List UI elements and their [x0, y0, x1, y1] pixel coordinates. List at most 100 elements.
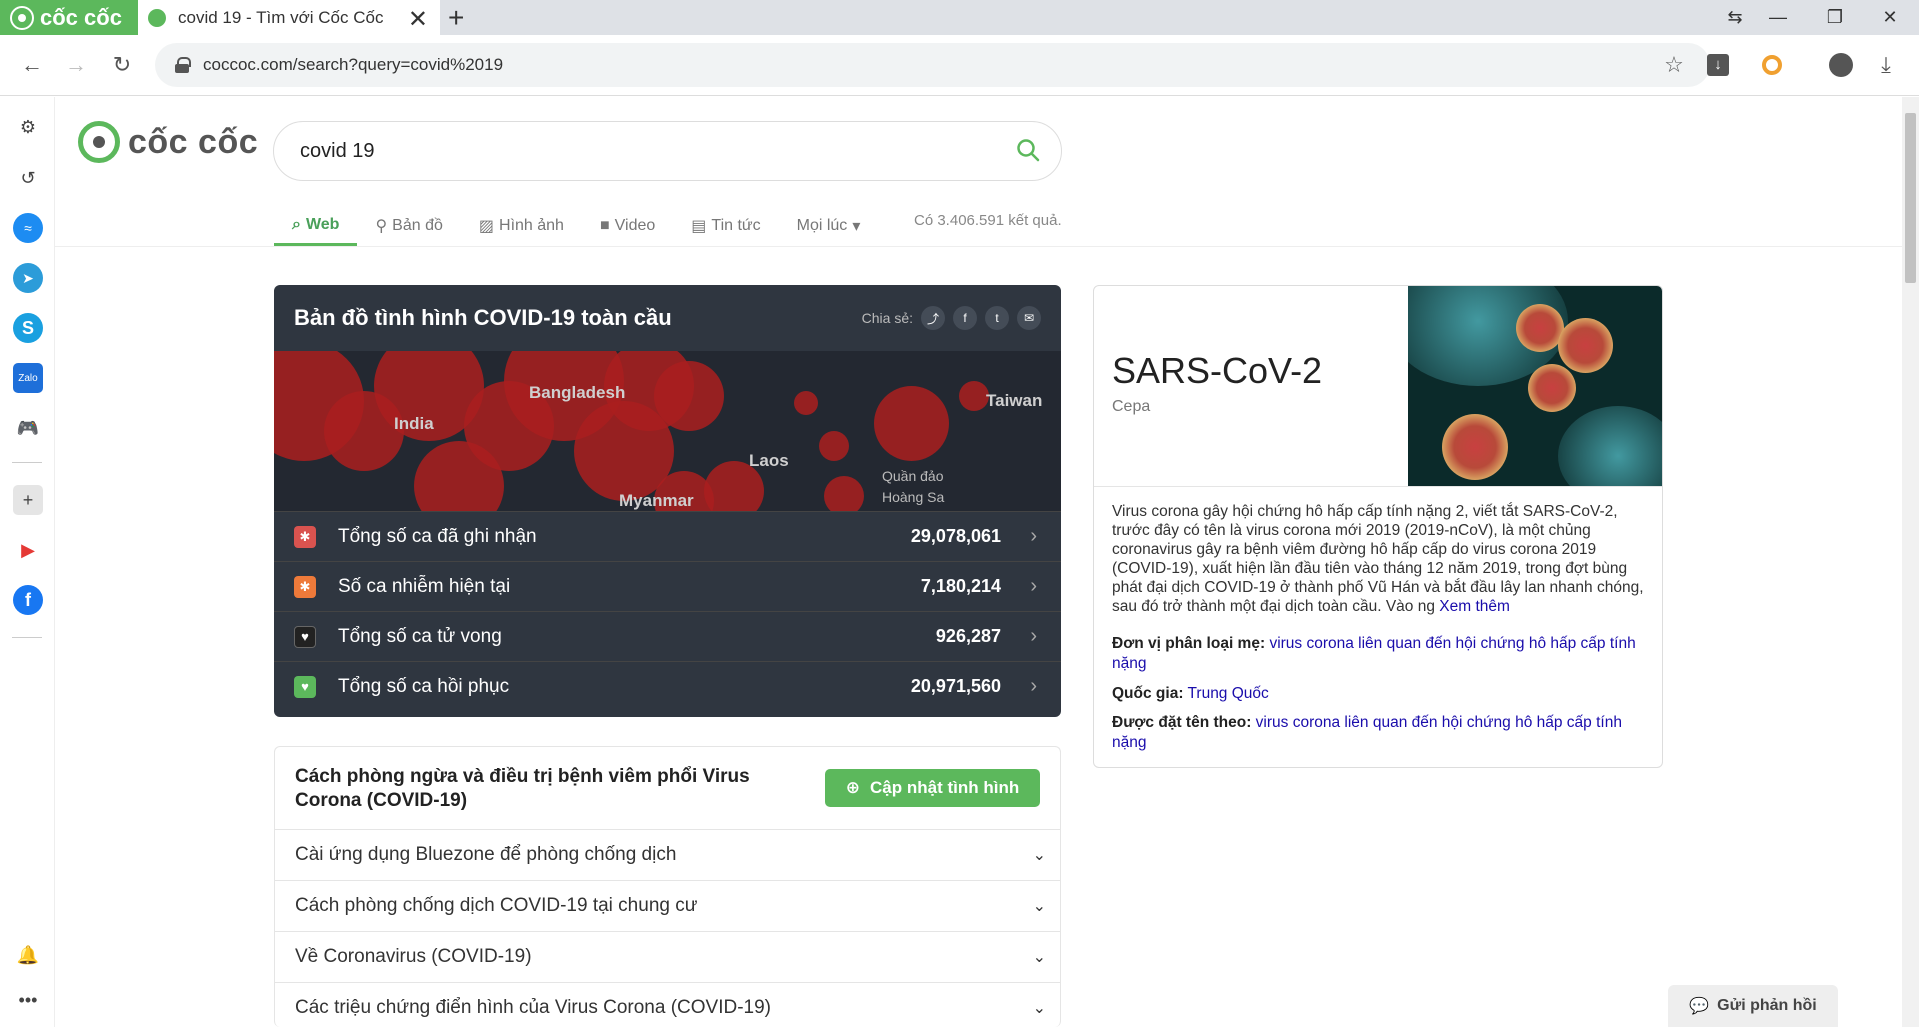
browser-menu-button[interactable]: cốc cốc	[0, 0, 138, 35]
add-app-icon[interactable]: +	[13, 485, 43, 515]
settings-gear-icon[interactable]: ⚙	[13, 112, 43, 142]
tab-news[interactable]: ▤ Tin tức	[673, 206, 778, 246]
notifications-bell-icon[interactable]: 🔔	[13, 940, 43, 970]
skype-icon[interactable]: S	[13, 313, 43, 343]
stat-value: 20,971,560	[910, 676, 1001, 696]
close-tab-icon[interactable]: ✕	[408, 5, 428, 34]
stat-row-recovered[interactable]: ♥ Tổng số ca hồi phục 20,971,560 ›	[274, 661, 1061, 711]
bookmark-star-icon[interactable]: ☆	[1658, 49, 1690, 81]
heart-icon: ♥	[294, 675, 316, 698]
facebook-share-icon[interactable]: f	[953, 306, 977, 330]
feedback-button[interactable]: 💬 Gửi phản hồi	[1668, 985, 1838, 1027]
email-share-icon[interactable]: ✉	[1017, 306, 1041, 330]
chevron-down-icon: ⌄	[1032, 949, 1046, 966]
map-label: Laos	[749, 451, 789, 470]
caret-down-icon: ▾	[852, 218, 861, 235]
youtube-icon[interactable]: ▶	[13, 535, 43, 565]
read-more-link[interactable]: Xem thêm	[1439, 598, 1510, 615]
tab-images[interactable]: ▨ Hình ảnh	[461, 206, 582, 246]
search-input[interactable]: covid 19	[273, 121, 1062, 181]
address-bar: ← → ↻ coccoc.com/search?query=covid%2019…	[0, 35, 1919, 96]
new-tab-button[interactable]: +	[448, 2, 464, 34]
zalo-icon[interactable]: Zalo	[13, 363, 43, 393]
maximize-button[interactable]: ❐	[1810, 0, 1860, 35]
profile-icon[interactable]	[1825, 49, 1857, 81]
fact-label: Quốc gia:	[1112, 685, 1184, 702]
stat-row-active-cases[interactable]: ✱ Số ca nhiễm hiện tại 7,180,214 ›	[274, 561, 1061, 611]
coccoc-logo-icon	[78, 121, 120, 163]
twitter-share-icon[interactable]: t	[985, 306, 1009, 330]
active-tab[interactable]: covid 19 - Tìm với Cốc Cốc ✕	[138, 0, 440, 35]
tab-maps[interactable]: ⚲ Bản đồ	[357, 206, 460, 246]
back-button[interactable]: ←	[16, 49, 48, 81]
stat-row-deaths[interactable]: ♥ Tổng số ca tử vong 926,287 ›	[274, 611, 1061, 661]
chevron-right-icon: ›	[1030, 675, 1037, 697]
telegram-icon[interactable]: ➤	[13, 263, 43, 293]
entity-subtitle: Cepa	[1112, 398, 1151, 415]
share-label: Chia sẻ:	[861, 310, 913, 326]
accordion-item[interactable]: Cách phòng chống dịch COVID-19 tại chung…	[275, 880, 1060, 931]
virus-icon: ✱	[294, 575, 316, 598]
coccoc-home-logo[interactable]: cốc cốc	[78, 121, 258, 163]
chat-bubble-icon: 💬	[1689, 998, 1710, 1015]
stat-value: 29,078,061	[910, 526, 1001, 546]
broken-heart-icon: ♥	[294, 625, 316, 648]
virus-image[interactable]	[1408, 286, 1662, 486]
time-filter-dropdown[interactable]: Mọi lúc ▾	[779, 206, 879, 246]
search-icon[interactable]	[1015, 137, 1041, 163]
share-icon[interactable]: ⤴	[921, 306, 945, 330]
logo-text: cốc cốc	[128, 122, 259, 161]
map-label: Quần đảo	[882, 468, 944, 484]
stat-row-total-cases[interactable]: ✱ Tổng số ca đã ghi nhận 29,078,061 ›	[274, 511, 1061, 561]
browser-brand: cốc cốc	[40, 4, 122, 30]
minimize-button[interactable]: —	[1753, 0, 1803, 35]
map-label: Myanmar	[619, 491, 694, 510]
info-card-title: Cách phòng ngừa và điều trị bệnh viêm ph…	[295, 766, 750, 811]
accordion-item[interactable]: Cài ứng dụng Bluezone để phòng chống dịc…	[275, 829, 1060, 880]
close-window-button[interactable]: ✕	[1865, 0, 1915, 35]
globe-icon: ⊕	[845, 778, 861, 797]
stat-label: Tổng số ca đã ghi nhận	[338, 525, 537, 547]
map-label: Bangladesh	[529, 383, 626, 402]
download-video-icon[interactable]: ↓	[1702, 49, 1734, 81]
tab-video[interactable]: ■ Video	[582, 206, 673, 246]
downloads-icon[interactable]: ⤓	[1870, 49, 1902, 81]
reload-button[interactable]: ↻	[106, 49, 138, 81]
stat-label: Tổng số ca hồi phục	[338, 675, 510, 697]
sidebar-divider	[12, 462, 42, 463]
tab-web[interactable]: ⌕ Web	[274, 206, 358, 246]
coccoc-logo-icon	[10, 5, 34, 30]
covid-world-map[interactable]: India Bangladesh Laos Taiwan Myanmar Quầ…	[274, 351, 1061, 511]
search-query: covid 19	[300, 139, 375, 162]
facebook-icon[interactable]: f	[13, 585, 43, 615]
map-label: Taiwan	[986, 391, 1043, 410]
map-pin-icon: ⚲	[375, 218, 388, 235]
more-options-icon[interactable]: •••	[13, 985, 43, 1015]
tab-label: Hình ảnh	[499, 217, 564, 234]
history-icon[interactable]: ↺	[13, 163, 43, 193]
search-icon: ⌕	[292, 215, 301, 233]
accordion-item[interactable]: Các triệu chứng điển hình của Virus Coro…	[275, 982, 1060, 1033]
update-situation-button[interactable]: ⊕ Cập nhật tình hình	[825, 769, 1040, 807]
messenger-icon[interactable]: ≈	[13, 213, 43, 243]
covid-map-card: Bản đồ tình hình COVID-19 toàn cầu Chia …	[274, 285, 1061, 717]
tab-favicon-icon	[148, 8, 166, 27]
chevron-down-icon: ⌄	[1032, 1000, 1046, 1017]
url-field[interactable]: coccoc.com/search?query=covid%2019	[155, 43, 1710, 87]
forward-button[interactable]: →	[60, 49, 92, 81]
update-button-label: Cập nhật tình hình	[870, 778, 1020, 797]
tab-label: Bản đồ	[392, 217, 443, 234]
accordion-label: Cài ứng dụng Bluezone để phòng chống dịc…	[295, 844, 677, 865]
accordion-label: Về Coronavirus (COVID-19)	[295, 946, 532, 967]
stat-label: Số ca nhiễm hiện tại	[338, 575, 511, 597]
fact-named-after: Được đặt tên theo: virus corona liên qua…	[1112, 713, 1647, 753]
tab-label: Tin tức	[711, 217, 761, 234]
fact-value-link[interactable]: Trung Quốc	[1188, 685, 1269, 702]
game-controller-icon[interactable]: 🎮	[13, 413, 43, 443]
extension-icon[interactable]	[1756, 49, 1788, 81]
stat-label: Tổng số ca tử vong	[338, 625, 502, 647]
tab-label: Video	[614, 217, 656, 234]
image-icon: ▨	[478, 218, 495, 235]
accordion-item[interactable]: Về Coronavirus (COVID-19) ⌄	[275, 931, 1060, 982]
scrollbar-thumb[interactable]	[1905, 113, 1916, 283]
